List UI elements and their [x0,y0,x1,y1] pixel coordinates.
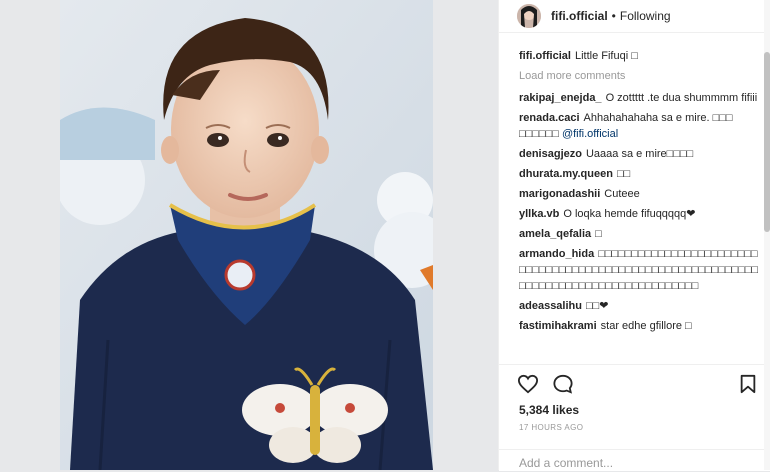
comment-username[interactable]: amela_qefalia [519,228,591,240]
comment-text: □ [595,228,602,240]
comments-list[interactable]: fifi.official Little Fifuqi □ Load more c… [519,48,759,363]
comment-bubble-icon [553,374,573,394]
save-button[interactable] [739,374,757,399]
comment-text: star edhe gfillore □ [600,320,692,332]
comment-text: Uaaaa sa e mire□□□□ [585,148,694,160]
comment-item: adeassalihu □□❤ [519,298,759,314]
comment-item: armando_hida □□□□□□□□□□□□□□□□□□□□□□□□□□□□… [519,246,759,294]
comment-username[interactable]: rakipaj_enejda_ [519,92,602,104]
comment-item: dhurata.my.queen □□ [519,166,759,182]
bookmark-icon [740,374,756,394]
header-username[interactable]: fifi.official [551,9,608,23]
page-scrollbar[interactable] [764,0,770,470]
load-more-comments-link[interactable]: Load more comments [519,68,759,84]
post-header: fifi.official • Following [499,0,770,33]
comment-username[interactable]: marigonadashii [519,188,600,200]
following-button[interactable]: Following [620,9,671,23]
caption-text: Little Fifuqi □ [574,50,638,62]
add-comment-box [499,449,770,472]
like-button[interactable] [517,374,539,399]
caption: fifi.official Little Fifuqi □ [519,48,759,64]
scrollbar-thumb[interactable] [764,52,770,232]
avatar-image [517,4,541,28]
comment-username[interactable]: armando_hida [519,248,594,260]
comment-text: Cuteee [604,188,640,200]
likes-count[interactable]: 5,384 likes [519,403,579,417]
comment-username[interactable]: yllka.vb [519,208,559,220]
comment-username[interactable]: dhurata.my.queen [519,168,613,180]
comment-item: marigonadashii Cuteee [519,186,759,202]
comment-item: denisagjezo Uaaaa sa e mire□□□□ [519,146,759,162]
comment-text: O zottttt .te dua shummmm fifiii [605,92,758,104]
comment-username[interactable]: adeassalihu [519,300,582,312]
post-actions: 5,384 likes 17 HOURS AGO [499,364,770,471]
header-separator: • [611,9,616,23]
post-photo[interactable] [60,0,433,470]
comment-text: O loqka hemde fifuqqqqq❤ [563,208,696,220]
comment-item: yllka.vb O loqka hemde fifuqqqqq❤ [519,206,759,222]
comment-item: rakipaj_enejda_ O zottttt .te dua shummmm… [519,90,759,106]
heart-icon [517,374,539,394]
comment-button[interactable] [552,374,574,399]
post-timestamp: 17 HOURS AGO [519,423,584,432]
comment-username[interactable]: renada.caci [519,112,580,124]
comment-item: amela_qefalia □ [519,226,759,242]
comment-username[interactable]: fastimihakrami [519,320,597,332]
child-portrait-image [60,0,433,470]
comment-text: □□ [616,168,631,180]
comment-mention-link[interactable]: @fifi.official [562,128,618,140]
comment-username[interactable]: denisagjezo [519,148,582,160]
comment-item: fastimihakrami star edhe gfillore □ [519,318,759,334]
caption-username[interactable]: fifi.official [519,50,571,62]
comment-text: □□❤ [585,300,609,312]
avatar[interactable] [517,4,541,28]
add-comment-input[interactable] [517,455,751,471]
comment-item: renada.caci Ahhahahahaha sa e mire. □□□ □… [519,110,759,142]
post-panel: fifi.official • Following fifi.official L… [498,0,770,471]
